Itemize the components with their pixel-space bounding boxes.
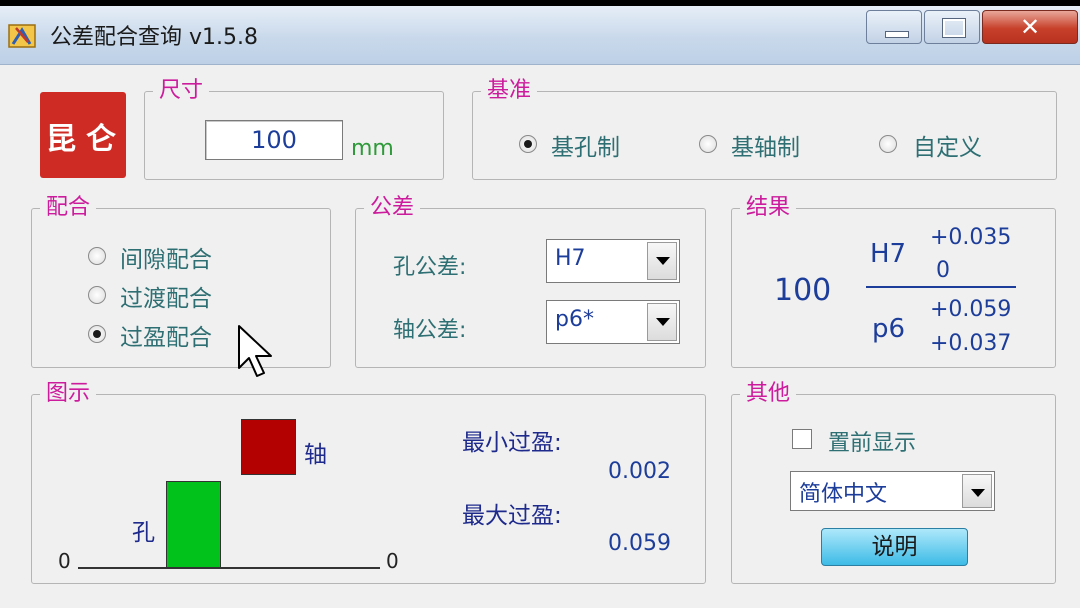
minimize-button[interactable] [866,10,922,44]
zero-label-left: 0 [58,549,71,573]
shaft-tolerance-bar [241,419,296,475]
min-interference-label: 最小过盈: [462,430,562,456]
title-bar[interactable]: 公差配合查询 v1.5.8 ✕ [0,6,1080,65]
zero-label-right: 0 [386,549,399,573]
radio-custom-basis-label[interactable]: 自定义 [913,128,982,162]
seal-logo: 昆 仑 [40,92,126,178]
fit-legend: 配合 [40,195,97,221]
shaft-label: 轴 [304,442,327,468]
basis-group: 基准 基孔制 基轴制 自定义 [472,78,1057,180]
hole-tolerance-label: 孔公差: [393,255,467,280]
result-shaft-upper: +0.059 [930,297,1012,322]
app-window: 公差配合查询 v1.5.8 ✕ 昆 仑 尺寸 100 mm 基准 基孔制 基轴制… [0,6,1080,608]
maximize-icon [942,18,966,38]
radio-hole-basis[interactable] [519,135,537,153]
size-input[interactable]: 100 [205,120,343,160]
result-shaft-lower: +0.037 [930,331,1012,356]
fit-group: 配合 间隙配合 过渡配合 过盈配合 [31,195,331,368]
radio-shaft-basis[interactable] [699,135,717,153]
maximize-button[interactable] [924,10,980,44]
zero-line [78,567,380,569]
radio-clearance-fit-label[interactable]: 间隙配合 [120,240,212,274]
size-group: 尺寸 100 mm [144,78,444,180]
radio-clearance-fit[interactable] [88,247,106,265]
hole-tolerance-bar [166,481,221,569]
close-icon: ✕ [1019,13,1041,41]
minimize-icon [885,31,909,38]
explain-button[interactable]: 说明 [821,528,968,566]
seal-char-2: 仑 [86,122,116,157]
result-legend: 结果 [740,195,797,221]
basis-legend: 基准 [481,78,538,104]
language-value: 简体中文 [799,482,888,507]
result-fraction-line [866,286,1016,288]
radio-shaft-basis-label[interactable]: 基轴制 [731,128,800,162]
hole-tolerance-select[interactable]: H7 [546,239,680,283]
result-group: 结果 100 H7 +0.035 0 p6 +0.059 +0.037 [731,195,1056,368]
result-size: 100 [774,273,832,308]
size-unit: mm [351,136,394,161]
shaft-tolerance-select[interactable]: p6* [546,300,680,344]
hole-label: 孔 [132,520,155,546]
result-hole-upper: +0.035 [930,225,1012,250]
result-shaft-code: p6 [872,314,906,344]
radio-custom-basis[interactable] [879,135,897,153]
chevron-down-icon[interactable] [647,303,677,341]
diagram-legend: 图示 [40,381,97,407]
seal-char-1: 昆 [46,122,76,157]
radio-interference-fit[interactable] [88,325,106,343]
result-hole-lower: 0 [936,258,950,283]
close-button[interactable]: ✕ [982,10,1078,44]
other-legend: 其他 [740,381,797,407]
radio-transition-fit-label[interactable]: 过渡配合 [120,279,212,313]
tolerance-group: 公差 孔公差: H7 轴公差: p6* [355,195,706,368]
diagram-group: 图示 轴 孔 0 0 最小过盈: 0.002 最大过盈: 0.059 [31,381,706,584]
result-hole-code: H7 [870,239,907,269]
shaft-tolerance-value: p6* [555,307,594,332]
shaft-tolerance-label: 轴公差: [393,318,467,343]
radio-interference-fit-label[interactable]: 过盈配合 [120,318,212,352]
chevron-down-icon[interactable] [962,474,992,508]
window-title: 公差配合查询 v1.5.8 [50,25,258,50]
mouse-cursor-icon [238,325,272,377]
size-legend: 尺寸 [153,78,210,104]
hole-tolerance-value: H7 [555,246,586,271]
max-interference-value: 0.059 [608,531,671,556]
language-select[interactable]: 简体中文 [790,471,995,511]
tolerance-legend: 公差 [364,195,421,221]
topmost-label[interactable]: 置前显示 [828,425,916,457]
chevron-down-icon[interactable] [647,242,677,280]
topmost-checkbox[interactable] [792,429,812,449]
app-icon [8,24,36,48]
radio-transition-fit[interactable] [88,286,106,304]
max-interference-label: 最大过盈: [462,503,562,529]
min-interference-value: 0.002 [608,459,671,484]
radio-hole-basis-label[interactable]: 基孔制 [551,128,620,162]
